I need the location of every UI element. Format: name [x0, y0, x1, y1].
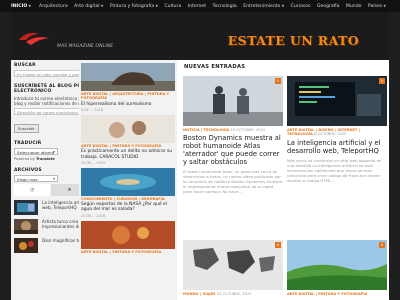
translate-link[interactable]: Translate: [36, 157, 55, 161]
logo-swoosh-icon[interactable]: [17, 26, 51, 48]
chevron-down-icon: ▼: [281, 4, 285, 8]
post-image: 0: [287, 76, 387, 126]
nav-item-cultura[interactable]: Cultura: [164, 4, 181, 9]
post-title[interactable]: Boston Dynamics muestra al robot humanoi…: [183, 134, 283, 166]
comment-count-badge[interactable]: 0: [378, 242, 385, 248]
post-category[interactable]: ARTE DIGITAL | PINTURA Y FOTOGRAFÍA: [79, 249, 177, 254]
clock-icon: ◷: [29, 187, 35, 193]
post-title[interactable]: Es prácticamente un delito no admirar su…: [79, 148, 177, 160]
featured-image: [81, 167, 175, 196]
post-image: 0: [183, 240, 283, 290]
nav-item-arquitectura[interactable]: Arquitectura: [39, 4, 68, 9]
post-date: 15 DE ... 2019: [81, 160, 106, 165]
star-icon: ★: [67, 187, 72, 193]
chevron-down-icon: ▼: [383, 4, 386, 8]
post-card[interactable]: 0 ARTE DIGITAL | PINTURA Y FOTOGRAFÍA: [287, 240, 387, 296]
top-nav: INICIO ▼ Arquitectura Arte digital ▼ Pintu…: [0, 0, 400, 12]
section-heading: NUEVAS ENTRADAS: [184, 64, 246, 70]
thumbnail-image: [14, 238, 38, 253]
subscribe-button[interactable]: Suscribir: [14, 124, 39, 133]
post-card[interactable]: 0 MUNDO | VIAJES 25 OCTUBRE, 2019: [183, 240, 283, 296]
post-category[interactable]: ARTE DIGITAL | ARQUITECTURA | PINTURA Y …: [79, 91, 177, 101]
post-title[interactable]: El hiperrealismo del surrealismo: [79, 101, 177, 108]
post-category[interactable]: MUNDO | VIAJES 25 OCTUBRE, 2019: [183, 292, 283, 296]
comment-count-badge[interactable]: 0: [274, 78, 281, 84]
post-excerpt: Más cerca se construye un sitio web basa…: [287, 157, 382, 183]
featured-card[interactable]: ARTE DIGITAL | PINTURA Y FOTOGRAFÍA: [79, 220, 177, 254]
featured-card[interactable]: ARTE DIGITAL | ARQUITECTURA | PINTURA Y …: [79, 63, 177, 112]
post-card[interactable]: 0 ARTE DIGITAL | DISEÑO | INTERNET | TEC…: [287, 76, 387, 183]
landscape-image: [287, 240, 387, 290]
tab-recent[interactable]: ◷: [14, 184, 52, 196]
language-select[interactable]: Seleccionar idioma: [14, 148, 58, 155]
nav-item-paises[interactable]: Países ▼: [368, 4, 386, 9]
nav-item-geografia[interactable]: Geografía: [317, 4, 340, 9]
archive-select[interactable]: Elegir mes: [14, 175, 58, 182]
nav-item-curiosos[interactable]: Curiosos: [291, 4, 311, 9]
robot-image: [183, 76, 283, 126]
post-date: 4 DE ... 2018: [81, 108, 104, 113]
featured-image: [81, 115, 175, 144]
post-excerpt: El robot humanoide Atlas, un peso más ce…: [183, 169, 283, 195]
post-image: 0: [287, 240, 387, 290]
nav-item-inicio[interactable]: INICIO ▼: [11, 4, 31, 9]
featured-image: [81, 220, 175, 249]
site-tagline: MAS MAGAZINE ONLINE: [57, 44, 114, 49]
thumbnail-image: [14, 200, 38, 215]
comment-count-badge[interactable]: 0: [274, 242, 281, 248]
map-image: [183, 240, 283, 290]
site-brand[interactable]: ESTATE UN RATO: [228, 33, 359, 48]
comment-count-badge[interactable]: 0: [378, 78, 385, 84]
featured-column: ARTE DIGITAL | ARQUITECTURA | PINTURA Y …: [79, 60, 177, 300]
code-laptop-image: [287, 76, 387, 126]
post-title[interactable]: La inteligencia artificial y el desarrol…: [287, 139, 387, 155]
nav-item-arte-digital[interactable]: Arte digital ▼: [74, 4, 103, 9]
nav-item-mundo[interactable]: Mundo: [346, 4, 362, 9]
post-category[interactable]: ARTE DIGITAL | PINTURA Y FOTOGRAFÍA: [287, 292, 387, 296]
chevron-down-icon: ▼: [28, 4, 32, 8]
site-header: MAS MAGAZINE ONLINE ESTATE UN RATO: [11, 12, 389, 60]
nav-item-entretenimiento[interactable]: Entretenimiento ▼: [243, 4, 284, 9]
chevron-down-icon: ▼: [100, 4, 104, 8]
chevron-down-icon: ▼: [155, 4, 158, 8]
thumbnail-image: [14, 219, 38, 234]
post-date: 21 DE ... 2018: [81, 213, 106, 218]
featured-card[interactable]: ARTE DIGITAL | PINTURA Y FOTOGRAFÍA Es p…: [79, 115, 177, 165]
nav-item-internet[interactable]: Internet: [188, 4, 206, 9]
main-content: NUEVAS ENTRADAS 0 NOTICIA | TECNOLOGÍA 1…: [177, 60, 389, 300]
post-category[interactable]: CONOCIMIENTO | CURIOSOS | GEOGRAFÍA: [79, 196, 177, 201]
featured-card[interactable]: CONOCIMIENTO | CURIOSOS | GEOGRAFÍA Segú…: [79, 167, 177, 218]
featured-image: [81, 63, 175, 91]
nav-item-pintura[interactable]: Pintura y fotografía ▼: [110, 4, 158, 9]
post-card[interactable]: 0 NOTICIA | TECNOLOGÍA 10 OCTUBRE, 2019 …: [183, 76, 283, 194]
post-category[interactable]: NOTICIA | TECNOLOGÍA 10 OCTUBRE, 2019: [183, 128, 283, 132]
post-category[interactable]: ARTE DIGITAL | DISEÑO | INTERNET | TECNO…: [287, 128, 387, 137]
post-title[interactable]: Según expertos de la NASA ¿Por qué el ag…: [79, 201, 177, 213]
post-image: 0: [183, 76, 283, 126]
nav-item-tecnologia[interactable]: Tecnología: [213, 4, 237, 9]
